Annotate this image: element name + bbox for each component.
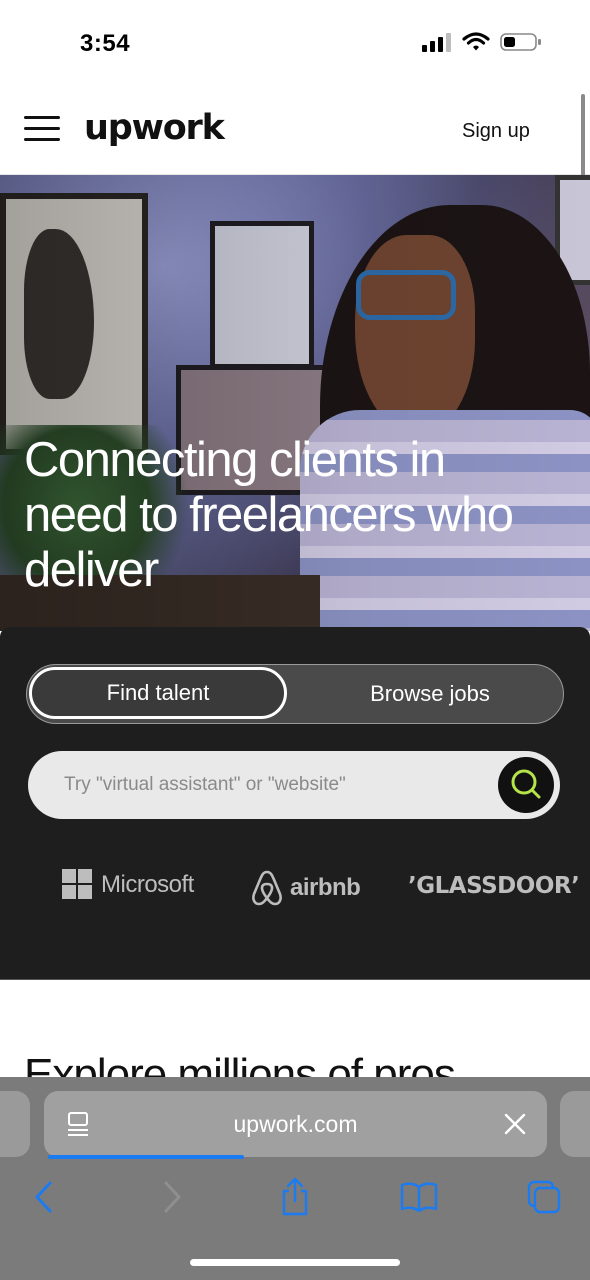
wifi-icon [462, 32, 490, 51]
glassdoor-logo: ’GLASSDOOR’ [408, 873, 580, 899]
upwork-logo[interactable]: upwork [84, 108, 225, 148]
chevron-left-icon [35, 1181, 52, 1213]
search-box [28, 751, 560, 819]
hamburger-menu-icon[interactable] [24, 114, 62, 144]
cellular-signal-icon [422, 33, 451, 52]
address-bar[interactable]: upwork.com [44, 1091, 547, 1157]
search-button[interactable] [498, 757, 554, 813]
bookmarks-button[interactable] [399, 1177, 439, 1217]
hero-title: Connecting clients in need to freelancer… [24, 433, 514, 597]
home-indicator [190, 1259, 400, 1266]
close-icon[interactable] [503, 1112, 527, 1136]
tab-browse-jobs[interactable]: Browse jobs [295, 665, 565, 723]
tab-find-talent[interactable]: Find talent [29, 667, 287, 719]
next-tab-preview[interactable] [560, 1091, 590, 1157]
search-panel: Find talent Browse jobs Microsoft [0, 627, 590, 980]
page-load-progress [48, 1155, 244, 1159]
airbnb-logo: airbnb [250, 869, 361, 907]
site-header: upwork Sign up [0, 88, 590, 175]
url-text: upwork.com [233, 1111, 358, 1137]
previous-tab-preview[interactable] [0, 1091, 30, 1157]
microsoft-logo: Microsoft [62, 869, 194, 900]
search-input[interactable] [28, 751, 488, 819]
share-icon [282, 1177, 308, 1216]
sign-up-link[interactable]: Sign up [462, 120, 530, 143]
microsoft-windows-icon [62, 869, 92, 899]
tabs-icon [527, 1180, 561, 1214]
trusted-by-logos: Microsoft airbnb ’GLASSDOOR’ [0, 869, 590, 909]
book-icon [400, 1182, 438, 1213]
back-button[interactable] [24, 1177, 64, 1217]
search-icon [511, 769, 541, 799]
battery-icon [500, 33, 541, 51]
airbnb-icon [252, 870, 282, 906]
status-time: 3:54 [80, 30, 131, 57]
microsoft-logo-text: Microsoft [101, 870, 194, 898]
share-button[interactable] [275, 1177, 315, 1217]
airbnb-logo-text: airbnb [290, 874, 361, 901]
hero-banner: Connecting clients in need to freelancer… [0, 175, 590, 631]
forward-button[interactable] [152, 1177, 192, 1217]
tabs-button[interactable] [524, 1177, 564, 1217]
chevron-right-icon [164, 1181, 181, 1213]
search-mode-toggle: Find talent Browse jobs [26, 664, 564, 724]
browser-toolbar: upwork.com [0, 1077, 590, 1280]
glassdoor-logo-text: GLASSDOOR [416, 873, 572, 899]
status-icons [422, 32, 542, 52]
